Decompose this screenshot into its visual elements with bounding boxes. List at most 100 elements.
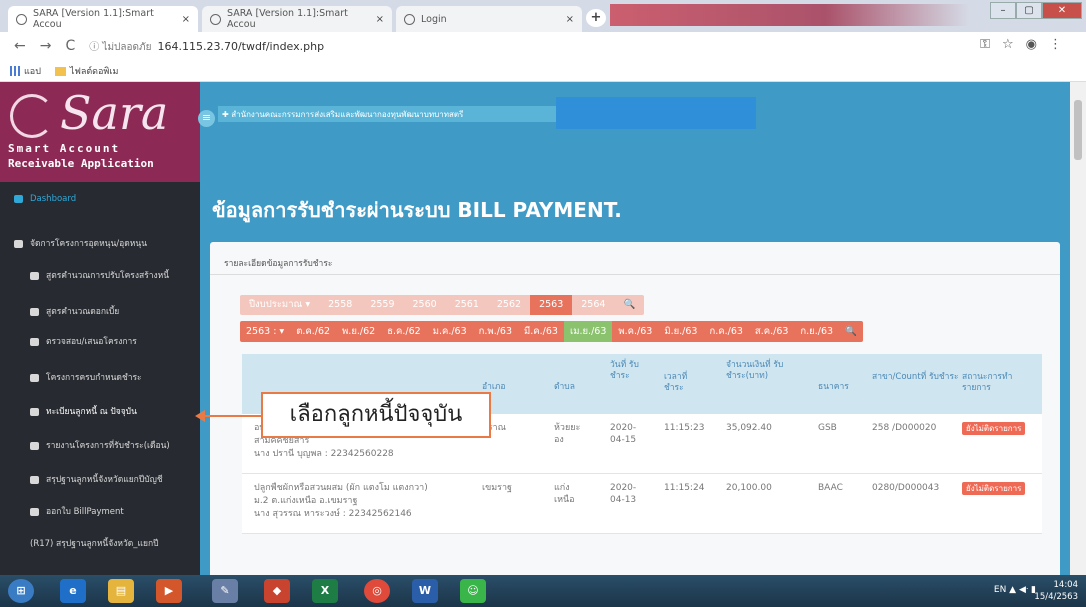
main-content: ข้อมูลการรับชำระผ่านระบบ BILL PAYMENT. ร… — [200, 182, 1070, 575]
browser-tab[interactable]: Login × — [396, 6, 582, 32]
close-tab-icon[interactable]: × — [566, 14, 574, 25]
web-page: Sara Smart Account Receivable Applicatio… — [0, 82, 1070, 575]
bookmark-apps[interactable]: แอป — [10, 64, 41, 78]
sidebar-item-manage-projects[interactable]: จัดการโครงการอุดหนุน/อุดหนุน — [0, 236, 200, 250]
sidebar-item-label: ตรวจสอบ/เสนอโครงการ — [46, 337, 137, 347]
browser-tab[interactable]: SARA [Version 1.1]:Smart Accou × — [202, 6, 392, 32]
sidebar-item-province-summary[interactable]: สรุปฐานลูกหนี้จังหวัดแยกปีบัญชี — [0, 472, 200, 486]
logo-swirl-icon — [10, 94, 54, 138]
browser-tab[interactable]: SARA [Version 1.1]:Smart Accou × — [8, 6, 198, 32]
menu-toggle-icon[interactable]: ≡ — [198, 110, 215, 127]
table-row[interactable]: ปลูกพืชผักหรือสวนผสม (ผัก แตงโม แตงกวา) … — [242, 474, 1042, 534]
year-option[interactable]: 2559 — [361, 295, 403, 315]
tab-title: SARA [Version 1.1]:Smart Accou — [227, 8, 348, 30]
year-option-selected[interactable]: 2563 — [530, 295, 573, 315]
month-option[interactable]: ต.ค./62 — [290, 321, 336, 342]
new-tab-button[interactable]: + — [586, 9, 606, 27]
reload-button[interactable]: C — [65, 38, 75, 54]
internet-explorer-icon[interactable]: e — [60, 579, 86, 603]
search-icon[interactable]: 🔍 — [839, 321, 863, 342]
year-option[interactable]: 2564 — [572, 295, 614, 315]
forward-button[interactable]: → — [40, 38, 52, 54]
close-tab-icon[interactable]: × — [376, 14, 384, 25]
bookmark-folder[interactable]: ไฟลต์ดอพิเม — [54, 64, 118, 78]
clock[interactable]: 14:04 15/4/2563 — [1034, 579, 1078, 603]
sidebar-item-label: สูตรคำนวณดอกเบี้ย — [46, 307, 120, 317]
month-option[interactable]: ธ.ค./62 — [381, 321, 426, 342]
month-option[interactable]: พ.ย./62 — [336, 321, 381, 342]
search-icon[interactable]: 🔍 — [614, 295, 644, 315]
month-option-selected[interactable]: เม.ย./63 — [563, 321, 613, 342]
user-icon — [30, 407, 39, 416]
scrollbar-thumb[interactable] — [1074, 100, 1082, 160]
status-badge[interactable]: ยังไม่ติดรายการ — [962, 422, 1026, 435]
branch-cell: 258 /D000020 — [872, 423, 937, 433]
word-icon[interactable]: W — [412, 579, 438, 603]
user-icon — [30, 475, 39, 484]
url-field[interactable]: 164.115.23.70/twdf/index.php — [157, 40, 324, 53]
minimize-button[interactable]: – — [990, 2, 1016, 19]
account-icon[interactable]: ◉ — [1026, 37, 1049, 52]
apps-grid-icon — [10, 66, 20, 76]
close-window-button[interactable]: ✕ — [1042, 2, 1082, 19]
start-button-icon[interactable]: ⊞ — [8, 579, 34, 603]
time-cell: 11:15:24 — [664, 483, 705, 493]
file-explorer-icon[interactable]: ▤ — [108, 579, 134, 603]
status-badge[interactable]: ยังไม่ติดรายการ — [962, 482, 1026, 495]
paint-icon[interactable]: ✎ — [212, 579, 238, 603]
os-taskbar: ⊞ e ▤ ▶ ✎ ◆ X ◎ W ☺ EN ▲ ◀ᐧ ▮ 14:04 15/4… — [0, 575, 1086, 607]
star-icon[interactable]: ☆ — [1002, 37, 1026, 52]
sidebar-item-billpayment[interactable]: ออกใบ BillPayment — [0, 504, 200, 518]
sidebar-item-dashboard[interactable]: Dashboard — [0, 194, 200, 204]
date-cell: 2020-04-15 — [610, 423, 637, 445]
more-icon[interactable]: ⋮ — [1049, 37, 1074, 52]
sidebar-item-interest-formula[interactable]: สูตรคำนวณดอกเบี้ย — [0, 304, 200, 318]
excel-icon[interactable]: X — [312, 579, 338, 603]
line-icon[interactable]: ☺ — [460, 579, 486, 603]
sidebar-item-current-debtors[interactable]: ทะเบียนลูกหนี้ ณ ปัจจุบัน — [0, 404, 200, 418]
month-option[interactable]: ก.ย./63 — [794, 321, 839, 342]
month-option[interactable]: ก.พ./63 — [473, 321, 518, 342]
app-logo[interactable]: Sara Smart Account Receivable Applicatio… — [0, 82, 200, 182]
media-player-icon[interactable]: ▶ — [156, 579, 182, 603]
page-scrollbar[interactable] — [1070, 82, 1086, 575]
sidebar-item-due-projects[interactable]: โครงการครบกำหนดชำระ — [0, 370, 200, 384]
month-option[interactable]: มิ.ย./63 — [658, 321, 703, 342]
amount-cell: 35,092.40 — [726, 423, 772, 433]
bank-cell: BAAC — [818, 483, 843, 493]
year-option[interactable]: 2560 — [404, 295, 446, 315]
year-option[interactable]: 2561 — [446, 295, 488, 315]
sidebar-item-review-projects[interactable]: ตรวจสอบ/เสนอโครงการ — [0, 334, 200, 348]
brave-browser-icon[interactable]: ◆ — [264, 579, 290, 603]
year-option[interactable]: 2558 — [319, 295, 361, 315]
month-option[interactable]: มี.ค./63 — [518, 321, 564, 342]
year-option[interactable]: 2562 — [488, 295, 530, 315]
sidebar-item-label: จัดการโครงการอุดหนุน/อุดหนุน — [30, 239, 147, 249]
sidebar-item-monthly-report[interactable]: รายงานโครงการที่รับชำระ(เดือน) — [0, 438, 200, 452]
chrome-icon[interactable]: ◎ — [364, 579, 390, 603]
month-option[interactable]: พ.ค./63 — [612, 321, 658, 342]
page-title: ข้อมูลการรับชำระผ่านระบบ BILL PAYMENT. — [212, 198, 622, 222]
month-option[interactable]: ก.ค./63 — [703, 321, 748, 342]
dashboard-icon — [14, 194, 23, 203]
system-tray[interactable]: EN ▲ ◀ᐧ ▮ — [994, 585, 1036, 595]
sidebar-item-r17-summary[interactable]: (R17) สรุปฐานลูกหนี้จังหวัด_แยกปี — [0, 536, 200, 550]
decorative-banner — [610, 4, 970, 26]
bill-icon — [30, 507, 39, 516]
sidebar-item-restructure-formula[interactable]: สูตรคำนวณการปรับโครงสร้างหนี้ — [0, 268, 200, 282]
back-button[interactable]: ← — [14, 38, 26, 54]
sidebar-item-label: รายงานโครงการที่รับชำระ(เดือน) — [46, 441, 170, 451]
security-indicator[interactable]: ⓘ ไม่ปลอดภัย — [89, 38, 151, 55]
maximize-button[interactable]: ▢ — [1016, 2, 1042, 19]
column-header-date: วันที่ รับ ชำระ — [610, 360, 639, 381]
key-icon[interactable]: ⚿ — [980, 37, 1002, 52]
close-tab-icon[interactable]: × — [182, 14, 190, 25]
month-dropdown[interactable]: 2563 : ▾ — [240, 321, 290, 342]
amphoe-cell: เขมราฐ — [482, 483, 513, 493]
month-option[interactable]: ม.ค./63 — [427, 321, 473, 342]
browser-actions: ⚿☆◉⋮ — [980, 37, 1074, 52]
month-option[interactable]: ส.ค./63 — [749, 321, 794, 342]
project-name: ปลูกพืชผักหรือสวนผสม (ผัก แตงโม แตงกวา) — [254, 483, 428, 493]
fiscal-year-dropdown[interactable]: ปีงบประมาณ ▾ — [240, 295, 319, 315]
user-icon — [30, 271, 39, 280]
